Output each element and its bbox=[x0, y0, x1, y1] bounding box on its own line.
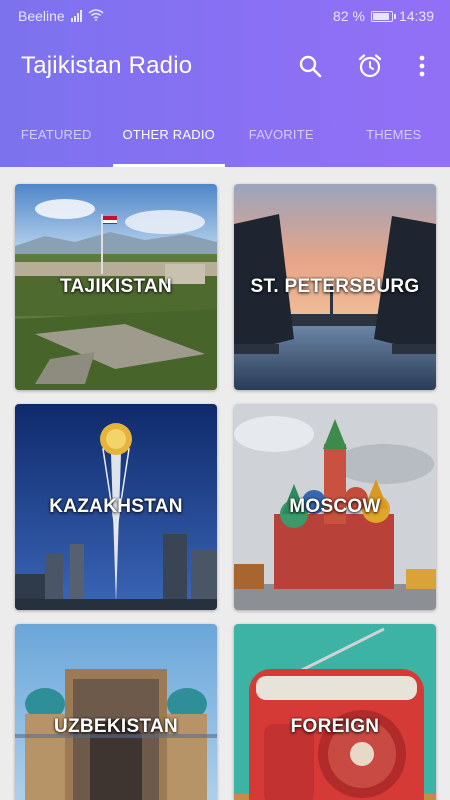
tab-favorite[interactable]: FAVORITE bbox=[225, 112, 338, 167]
status-bar: Beeline 82 % 14:39 bbox=[0, 0, 450, 32]
wifi-icon bbox=[88, 8, 104, 24]
category-label: FOREIGN bbox=[290, 716, 380, 737]
tab-featured[interactable]: FEATURED bbox=[0, 112, 113, 167]
signal-icon bbox=[70, 10, 82, 22]
category-card-tajikistan[interactable]: TAJIKISTAN bbox=[15, 184, 217, 390]
category-card-st-petersburg[interactable]: ST. PETERSBURG bbox=[234, 184, 436, 390]
radio-category-grid: TAJIKISTAN ST. PETERSBURG KAZAKHSTAN MOS… bbox=[0, 167, 450, 800]
category-card-kazakhstan[interactable]: KAZAKHSTAN bbox=[15, 404, 217, 610]
category-card-foreign[interactable]: FOREIGN bbox=[234, 624, 436, 800]
carrier-name: Beeline bbox=[18, 8, 65, 24]
category-label: KAZAKHSTAN bbox=[49, 496, 183, 517]
tab-bar: FEATURED OTHER RADIO FAVORITE THEMES bbox=[0, 112, 450, 167]
app-bar: Tajikistan Radio bbox=[0, 32, 450, 102]
alarm-icon[interactable] bbox=[354, 50, 386, 82]
app-header: Beeline 82 % 14:39 Tajikistan Radio FEAT… bbox=[0, 0, 450, 167]
more-vert-icon[interactable] bbox=[406, 50, 438, 82]
battery-percent: 82 % bbox=[333, 8, 365, 24]
tab-themes[interactable]: THEMES bbox=[338, 112, 450, 167]
category-label: TAJIKISTAN bbox=[59, 276, 173, 297]
battery-icon bbox=[370, 10, 396, 22]
search-icon[interactable] bbox=[294, 50, 326, 82]
uzbekistan-image bbox=[15, 624, 217, 800]
app-title: Tajikistan Radio bbox=[21, 52, 193, 79]
foreign-radio-image bbox=[234, 624, 436, 800]
tab-other-radio[interactable]: OTHER RADIO bbox=[112, 112, 226, 167]
clock: 14:39 bbox=[398, 8, 434, 24]
category-label: MOSCOW bbox=[289, 496, 381, 517]
category-card-moscow[interactable]: MOSCOW bbox=[234, 404, 436, 610]
category-card-uzbekistan[interactable]: UZBEKISTAN bbox=[15, 624, 217, 800]
category-label: UZBEKISTAN bbox=[53, 716, 179, 737]
category-label: ST. PETERSBURG bbox=[250, 276, 420, 297]
